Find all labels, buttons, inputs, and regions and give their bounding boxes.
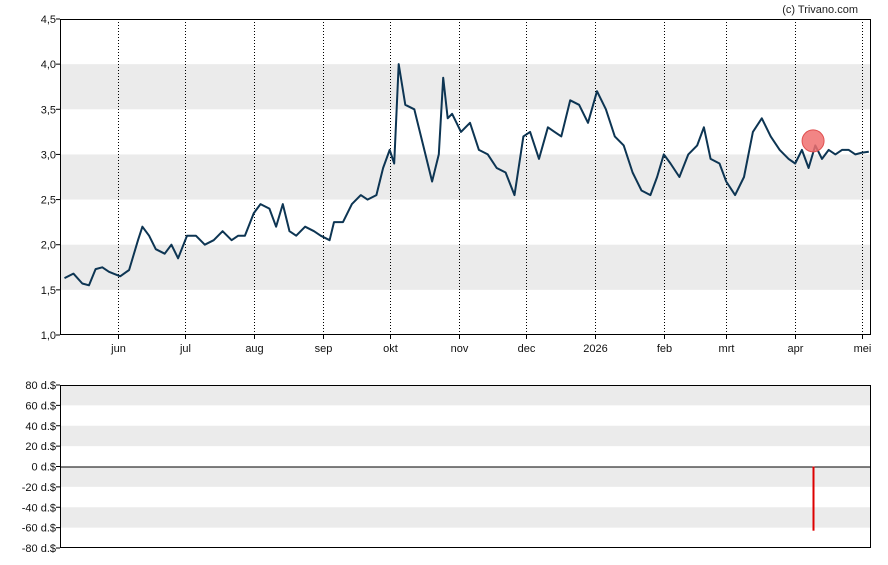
month-tick-label: sep [315,343,333,355]
month-tick-label: 2026 [583,343,607,355]
price-y-tick-label: 1,0 [41,330,56,342]
volume-y-tick-label: -40 d.$ [22,502,56,514]
month-tick-label: jul [179,343,191,355]
price-band [60,154,871,200]
event-marker [801,129,825,153]
price-y-tick-label: 1,5 [41,285,56,297]
volume-chart: -80 d.$ -60 d.$ -40 d.$ -20 d.$ 0 d.$ 20 d.$ 4… [22,380,871,555]
price-y-tick-label: 2,0 [41,240,56,252]
month-tick-label: mei [854,343,872,355]
price-y-tick-label: 2,5 [41,195,56,207]
volume-y-tick-label: 40 d.$ [25,421,56,433]
price-chart: 1,0 1,5 2,0 2,5 3,0 3,5 4,0 4,5 jun jul aug sep okt n… [41,14,872,355]
volume-y-tick-label: -60 d.$ [22,523,56,535]
volume-y-tick-label: -20 d.$ [22,482,56,494]
price-y-tick-label: 4,0 [41,59,56,71]
price-y-tick-label: 3,5 [41,104,56,116]
volume-y-tick-label: 20 d.$ [25,441,56,453]
price-y-tick-label: 4,5 [41,14,56,26]
volume-y-tick-label: -80 d.$ [22,543,56,555]
volume-band [60,507,871,528]
price-y-tick-label: 3,0 [41,149,56,161]
month-tick-label: aug [245,343,263,355]
volume-band [60,385,871,406]
month-tick-label: apr [788,343,804,355]
price-band [60,64,871,110]
chart-canvas: (c) Trivano.com 1,0 1,5 2,0 2,5 3,0 3,5 4,0 4,5… [22,4,872,555]
month-tick-label: feb [657,343,672,355]
volume-y-tick-label: 60 d.$ [25,400,56,412]
month-tick-label: jun [110,343,126,355]
volume-band [60,466,871,487]
month-tick-label: okt [383,343,398,355]
volume-y-tick-label: 0 d.$ [32,462,56,474]
month-tick-label: dec [518,343,536,355]
month-tick-label: mrt [719,343,735,355]
volume-band [60,425,871,447]
credit-text: (c) Trivano.com [782,4,858,16]
month-tick-label: nov [451,343,469,355]
volume-y-tick-label: 80 d.$ [25,380,56,392]
